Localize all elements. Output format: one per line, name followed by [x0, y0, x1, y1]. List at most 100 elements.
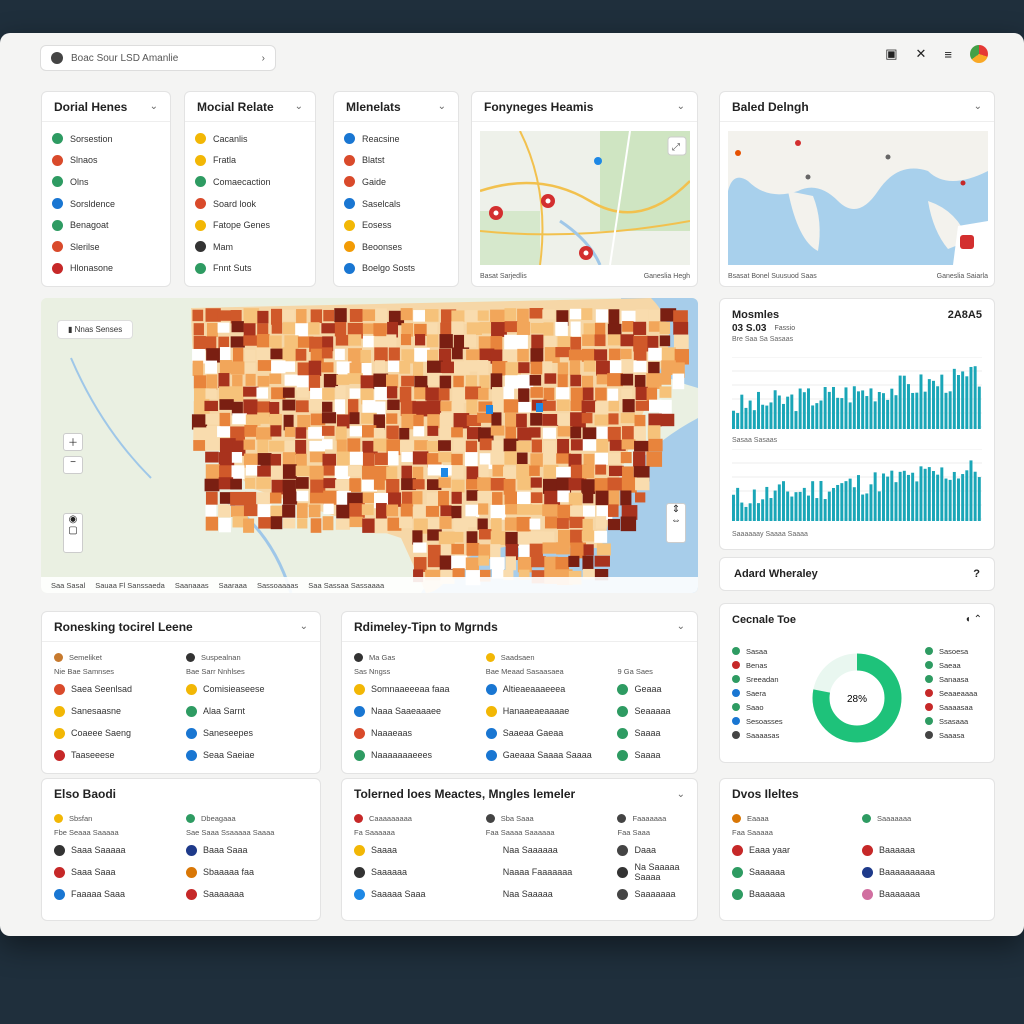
avatar[interactable] [970, 45, 988, 63]
list-item[interactable]: Somnaaeeeaa faaa [354, 678, 478, 700]
list-item[interactable]: Naaaeaas [354, 722, 478, 744]
list-item[interactable]: Saaaaa Saaa [354, 883, 478, 905]
list-item[interactable]: Sbaaaaa faa [186, 861, 308, 883]
list-item[interactable]: Saera [732, 686, 783, 700]
list-item[interactable]: Sesoasses [732, 714, 783, 728]
list-item[interactable]: Eosess [344, 214, 448, 236]
list-item[interactable]: Sasaa [732, 644, 783, 658]
list-item[interactable]: Sanesaasne [54, 700, 176, 722]
list-item[interactable]: Ssasaaa [925, 714, 977, 728]
world-map[interactable] [728, 131, 988, 265]
list-item[interactable]: Baaa Saaa [186, 839, 308, 861]
list-item[interactable]: Coaeee Saeng [54, 722, 176, 744]
list-item[interactable]: Saao [732, 700, 783, 714]
layers-control[interactable]: ◉ ▢ [63, 513, 83, 553]
list-item[interactable]: Saaaasaa [925, 700, 977, 714]
list-item[interactable]: Sorsldence [52, 193, 160, 215]
map-tools-control[interactable]: ⇕ ⇔ [666, 503, 686, 543]
list-item[interactable]: Fnnt Suts [195, 258, 305, 280]
list-item[interactable]: Benagoat [52, 214, 160, 236]
close-icon[interactable]: ✕ [916, 46, 927, 62]
list-item[interactable]: Saneseepes [186, 722, 308, 744]
list-item[interactable]: Seaaeaaaa [925, 686, 977, 700]
chevron-down-icon[interactable]: ⌄ [677, 789, 685, 800]
list-item[interactable]: Taaseeese [54, 744, 176, 766]
list-item[interactable]: Sasoesa [925, 644, 977, 658]
list-item[interactable]: Hlonasone [52, 258, 160, 280]
list-item[interactable]: Naa Saaaaa [486, 883, 610, 905]
list-item[interactable]: Gaide [344, 171, 448, 193]
chevron-down-icon[interactable]: ⌄ [677, 101, 685, 112]
list-item[interactable]: Baaaaaa [862, 839, 982, 861]
list-item[interactable]: Comaecaction [195, 171, 305, 193]
list-item[interactable]: Alaa Sarnt [186, 700, 308, 722]
list-item[interactable]: Cacanlis [195, 128, 305, 150]
chevron-down-icon[interactable]: ⌄ [974, 101, 982, 112]
list-item[interactable]: Saaeaa Gaeaa [485, 722, 610, 744]
list-item[interactable]: Baaaaaaaaaa [862, 861, 982, 883]
chevron-down-icon[interactable]: ⌄ [150, 101, 158, 112]
list-item[interactable]: Olns [52, 171, 160, 193]
list-item[interactable]: Benas [732, 658, 783, 672]
chevron-down-icon[interactable]: ⌄ [438, 101, 446, 112]
list-item[interactable]: Saaaaaa [732, 861, 852, 883]
list-item[interactable]: Saaaasas [732, 728, 783, 742]
list-item[interactable]: Slerilse [52, 236, 160, 258]
list-item[interactable]: Gaeaaa Saaaa Saaaa [485, 744, 610, 766]
list-item[interactable]: Faaaaa Saaa [54, 883, 176, 905]
list-item[interactable]: Sorsestion [52, 128, 160, 150]
list-item[interactable]: Fatope Genes [195, 214, 305, 236]
chevron-right-icon[interactable]: › [262, 53, 265, 64]
list-item[interactable]: Naaa Saaeaaaee [354, 700, 478, 722]
list-item[interactable]: Saaaa [617, 744, 685, 766]
list-item[interactable]: Naaaa Faaaaaaa [486, 861, 610, 883]
list-item[interactable]: Saaaa [617, 722, 685, 744]
bookmark-icon[interactable]: ▣ [885, 46, 897, 62]
search-input[interactable]: Boac Sour LSD Amanlie [71, 53, 178, 64]
zoom-in-button[interactable]: ＋ [63, 433, 83, 451]
list-item[interactable]: Naaaaaaaeees [354, 744, 478, 766]
choropleth-svg[interactable] [41, 298, 698, 593]
help-icon[interactable]: ? [973, 568, 980, 580]
list-item[interactable]: Boelgo Sosts [344, 258, 448, 280]
choropleth-map[interactable]: ▮ Nnas Senses ＋ − ◉ ▢ ⇕ ⇔ Saa Sasal Sauaa F… [41, 298, 698, 593]
list-item[interactable]: Baaaaaaa [862, 883, 982, 905]
list-item[interactable]: Mam [195, 236, 305, 258]
mini-map[interactable]: ⤢ [480, 131, 690, 265]
list-item[interactable]: Saaaa [354, 839, 478, 861]
list-item[interactable]: Blatst [344, 150, 448, 172]
list-item[interactable]: Saaasa [925, 728, 977, 742]
list-item[interactable]: Slnaos [52, 150, 160, 172]
card-alert[interactable]: Adard Wheraley ? [719, 557, 995, 591]
list-item[interactable]: Comisieaseese [186, 678, 308, 700]
list-item[interactable]: Sreeadan [732, 672, 783, 686]
list-item[interactable]: Daaa [617, 839, 685, 861]
list-item[interactable]: Baaaaaa [732, 883, 852, 905]
menu-icon[interactable]: ≡ [944, 47, 952, 62]
list-item[interactable]: Sanaasa [925, 672, 977, 686]
list-item[interactable]: Saaa Saaaaa [54, 839, 176, 861]
list-item[interactable]: Saaa Saaa [54, 861, 176, 883]
zoom-out-button[interactable]: − [63, 456, 83, 474]
list-item[interactable]: Saaaaaaa [186, 883, 308, 905]
list-item[interactable]: Soard look [195, 193, 305, 215]
list-item[interactable]: Altieaeaaaeeea [485, 678, 610, 700]
list-item[interactable]: Eaaa yaar [732, 839, 852, 861]
list-item[interactable]: Hanaaeaeaaaae [485, 700, 610, 722]
list-item[interactable]: Na Saaaaa Saaaa [617, 861, 685, 883]
list-item[interactable]: Saselcals [344, 193, 448, 215]
chevron-down-icon[interactable]: ⌄ [677, 621, 685, 632]
list-item[interactable]: Saeaa [925, 658, 977, 672]
list-item[interactable]: Reacsine [344, 128, 448, 150]
chevron-down-icon[interactable]: ⌄ [300, 621, 308, 632]
list-item[interactable]: Saea Seenlsad [54, 678, 176, 700]
list-item[interactable]: Naa Saaaaaa [486, 839, 610, 861]
list-item[interactable]: Fratla [195, 150, 305, 172]
search-box[interactable]: Boac Sour LSD Amanlie › [40, 45, 276, 71]
donut-controls[interactable]: ◖ ⌃ [965, 614, 982, 626]
list-item[interactable]: Seaa Saeiae [186, 744, 308, 766]
chevron-down-icon[interactable]: ⌄ [295, 101, 303, 112]
list-item[interactable]: Saaaaaaa [617, 883, 685, 905]
list-item[interactable]: Beoonses [344, 236, 448, 258]
list-item[interactable]: Seaaaaa [617, 700, 685, 722]
